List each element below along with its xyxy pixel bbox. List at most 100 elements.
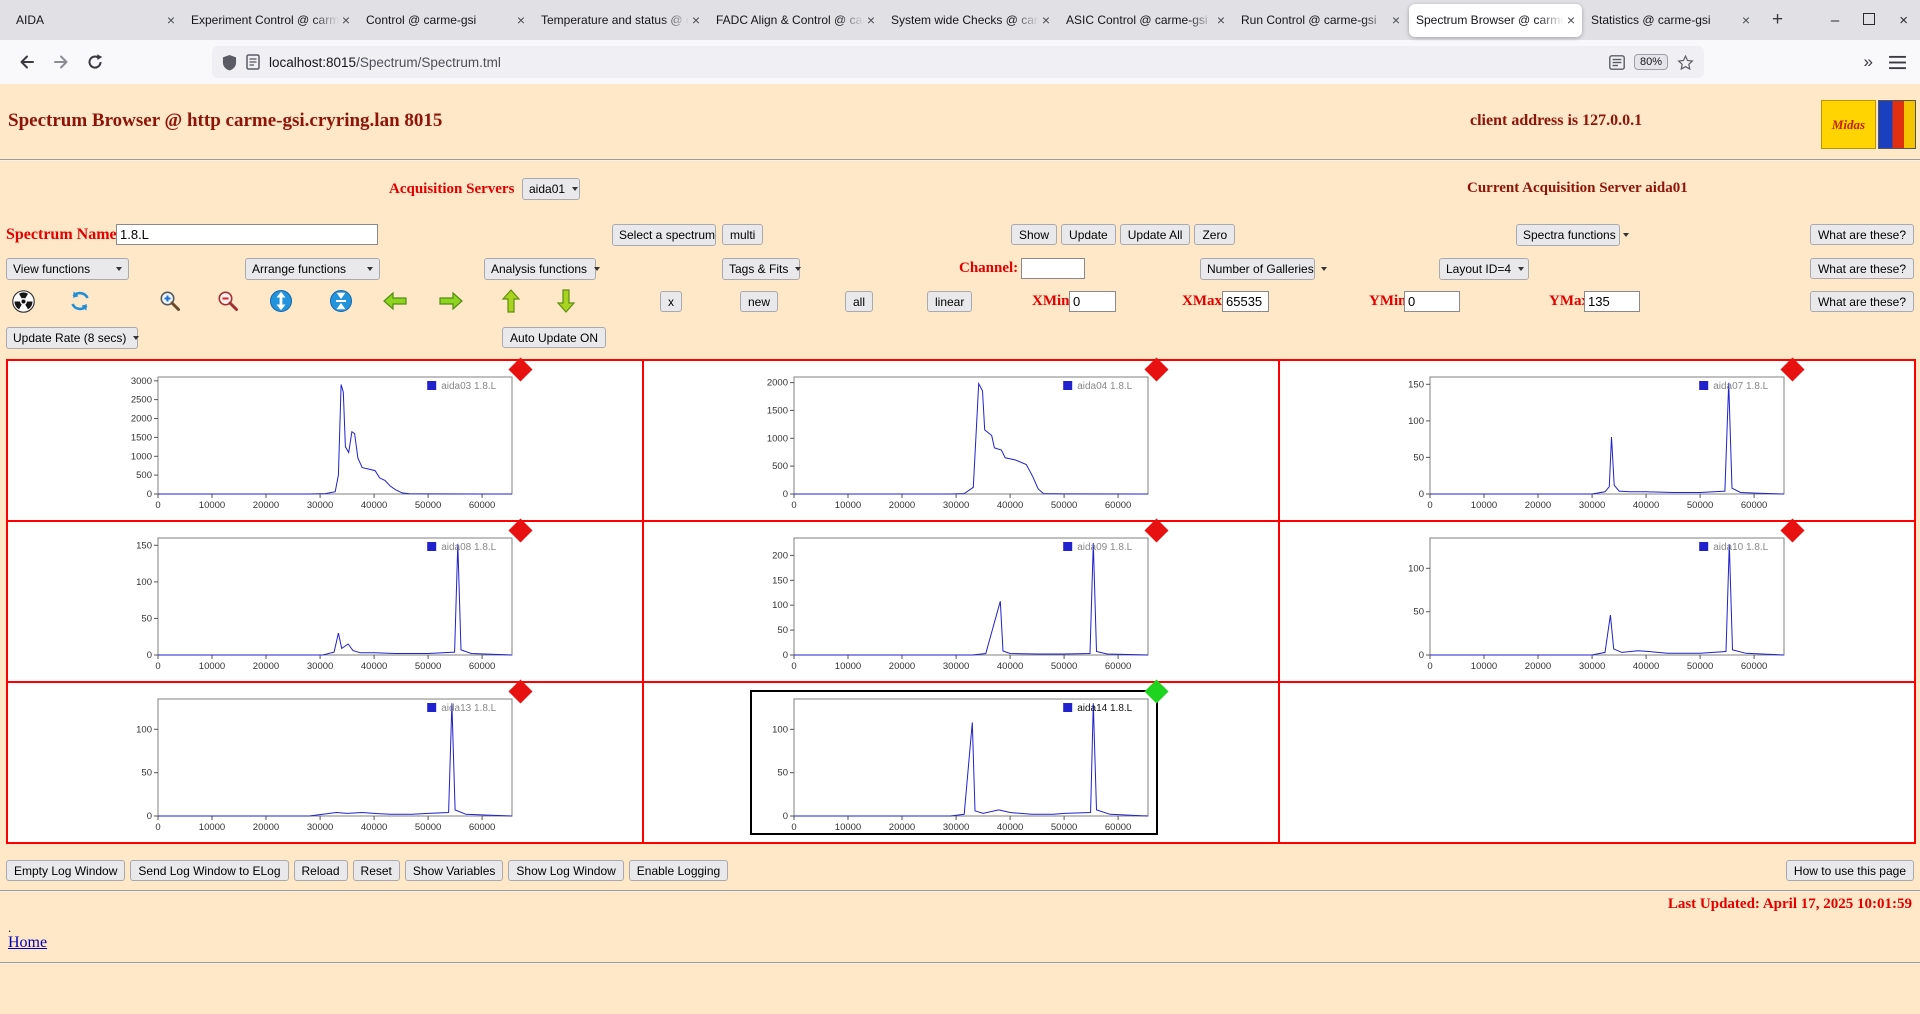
tab-title: System wide Checks @ carme	[891, 13, 1039, 27]
tab[interactable]: System wide Checks @ carme ×	[884, 4, 1057, 37]
new-tab-button[interactable]: +	[1766, 9, 1789, 31]
what-are-these-button-3[interactable]: What are these?	[1809, 291, 1914, 312]
x-axis-button[interactable]: x	[660, 291, 682, 312]
menu-icon[interactable]	[1889, 55, 1906, 70]
update-rate-dropdown[interactable]: Update Rate (8 secs)	[6, 327, 140, 349]
zero-button[interactable]: Zero	[1194, 224, 1236, 245]
tab[interactable]: ASIC Control @ carme-gsi ×	[1059, 4, 1232, 37]
radiation-icon[interactable]	[10, 288, 36, 314]
zoom-in-icon[interactable]	[157, 288, 183, 314]
analysis-functions-dropdown[interactable]: Analysis functions	[484, 258, 601, 280]
pan-right-icon[interactable]	[438, 288, 464, 314]
tab[interactable]: Temperature and status @ carme×	[534, 4, 707, 37]
ymin-input[interactable]	[1404, 291, 1460, 312]
close-button[interactable]: ×	[1899, 12, 1908, 29]
svg-text:60000: 60000	[1105, 822, 1131, 833]
tags-fits-dropdown[interactable]: Tags & Fits	[722, 258, 802, 280]
url-bar[interactable]: localhost:8015/Spectrum/Spectrum.tml 80%	[212, 46, 1704, 78]
tab[interactable]: Control @ carme-gsi ×	[359, 4, 532, 37]
tab-close-icon[interactable]: ×	[167, 13, 175, 27]
log-buttons: Empty Log Window Send Log Window to ELog R…	[6, 860, 729, 881]
tab[interactable]: AIDA ×	[9, 4, 182, 37]
show-log-window-button[interactable]: Show Log Window	[508, 860, 624, 881]
svg-text:50000: 50000	[1051, 500, 1077, 511]
arrange-functions-dropdown[interactable]: Arrange functions	[245, 258, 380, 280]
minimize-button[interactable]: –	[1831, 12, 1839, 29]
url-text[interactable]: localhost:8015/Spectrum/Spectrum.tml	[269, 55, 1600, 70]
zoom-y-compress-icon[interactable]	[328, 288, 354, 314]
show-variables-button[interactable]: Show Variables	[404, 860, 504, 881]
ymax-input[interactable]	[1584, 291, 1640, 312]
new-button[interactable]: new	[740, 291, 779, 312]
channel-input[interactable]	[1021, 258, 1085, 279]
spectrum-chart-aida10[interactable]: 0 50 100 0 10000 20000 30000 40000 50000 60000 aid…	[1388, 518, 1805, 672]
overflow-chevron-icon[interactable]: »	[1864, 52, 1873, 72]
spectra-functions-dropdown[interactable]: Spectra functions	[1516, 224, 1629, 246]
back-button[interactable]	[10, 46, 44, 78]
show-button[interactable]: Show	[1011, 224, 1058, 245]
tab-close-icon[interactable]: ×	[517, 13, 525, 27]
number-of-galleries-dropdown[interactable]: Number of Galleries	[1200, 258, 1327, 280]
page-info-icon[interactable]	[246, 54, 260, 70]
spectrum-chart-aida13[interactable]: 0 50 100 0 10000 20000 30000 40000 50000 60000 aid…	[116, 679, 533, 833]
send-log-window-to-elog-button[interactable]: Send Log Window to ELog	[130, 860, 289, 881]
tab-close-icon[interactable]: ×	[1217, 13, 1225, 27]
spectrum-name-input[interactable]	[116, 224, 378, 245]
tab-active[interactable]: Spectrum Browser @ carme-gsi×	[1409, 3, 1582, 37]
pan-down-icon[interactable]	[553, 288, 579, 314]
auto-update-button[interactable]: Auto Update ON	[502, 327, 607, 348]
tab-close-icon[interactable]: ×	[1567, 13, 1575, 27]
layout-id-dropdown[interactable]: Layout ID=4	[1439, 258, 1529, 280]
tab-close-icon[interactable]: ×	[1742, 13, 1750, 27]
maximize-button[interactable]	[1863, 12, 1876, 29]
tab-close-icon[interactable]: ×	[867, 13, 875, 27]
refresh-icon[interactable]	[67, 288, 93, 314]
pan-left-icon[interactable]	[382, 288, 408, 314]
update-button[interactable]: Update	[1061, 224, 1116, 245]
tab-close-icon[interactable]: ×	[1392, 13, 1400, 27]
spectrum-chart-aida09[interactable]: 0 50 100 150 200 0 10000 20000 30000 40000 50000 60…	[752, 518, 1169, 672]
empty-log-window-button[interactable]: Empty Log Window	[6, 860, 126, 881]
acquisition-server-select[interactable]: aida01	[522, 178, 580, 200]
zoom-out-icon[interactable]	[215, 288, 241, 314]
all-button[interactable]: all	[845, 291, 874, 312]
forward-button[interactable]	[44, 46, 78, 78]
reload-icon	[88, 54, 103, 69]
reload-button[interactable]	[78, 46, 112, 78]
tab-close-icon[interactable]: ×	[1042, 13, 1050, 27]
svg-text:0: 0	[783, 650, 788, 661]
enable-logging-button[interactable]: Enable Logging	[628, 860, 729, 881]
spectrum-chart-aida07[interactable]: 0 50 100 150 0 10000 20000 30000 40000 50000 60000…	[1388, 357, 1805, 511]
spectrum-chart-aida14[interactable]: 0 50 100 0 10000 20000 30000 40000 50000 60000 aid…	[750, 679, 1169, 835]
gallery-cell-aida14: 0 50 100 0 10000 20000 30000 40000 50000 60000 aid…	[643, 679, 1279, 843]
zoom-y-expand-icon[interactable]	[268, 288, 294, 314]
how-to-use-button[interactable]: How to use this page	[1785, 860, 1914, 881]
xmin-input[interactable]	[1069, 291, 1116, 312]
zoom-indicator[interactable]: 80%	[1633, 54, 1668, 70]
tab-close-icon[interactable]: ×	[692, 13, 700, 27]
tab[interactable]: Run Control @ carme-gsi ×	[1234, 4, 1407, 37]
analysis-functions-value: Analysis functions	[491, 262, 588, 276]
what-are-these-button-1[interactable]: What are these?	[1809, 224, 1914, 245]
select-spectrum-dropdown[interactable]: Select a spectrum	[612, 224, 729, 246]
bookmark-star-icon[interactable]	[1677, 54, 1694, 71]
home-link[interactable]: Home	[8, 934, 47, 952]
spectrum-chart-aida04[interactable]: 0 500 1000 1500 2000 0 10000 20000 30000 40000 500…	[752, 357, 1169, 511]
spectrum-chart-aida08[interactable]: 0 50 100 150 0 10000 20000 30000 40000 50000 60000…	[116, 518, 533, 672]
tab[interactable]: Experiment Control @ carme-gsi×	[184, 4, 357, 37]
tab[interactable]: Statistics @ carme-gsi ×	[1584, 4, 1757, 37]
pan-up-icon[interactable]	[498, 288, 524, 314]
tab-title: Experiment Control @ carme-gsi	[191, 13, 339, 27]
reset-button[interactable]: Reset	[352, 860, 400, 881]
tab-close-icon[interactable]: ×	[342, 13, 350, 27]
multi-button[interactable]: multi	[722, 224, 764, 245]
reload-button[interactable]: Reload	[293, 860, 348, 881]
spectrum-chart-aida03[interactable]: 0 500 1000 1500 2000 2500 3000 0 10000 20000 30000…	[116, 357, 533, 511]
reader-view-icon[interactable]	[1609, 54, 1625, 70]
what-are-these-button-2[interactable]: What are these?	[1809, 258, 1914, 279]
linear-button[interactable]: linear	[927, 291, 973, 312]
xmax-input[interactable]	[1222, 291, 1269, 312]
view-functions-dropdown[interactable]: View functions	[6, 258, 129, 280]
tab[interactable]: FADC Align & Control @ carme×	[709, 4, 882, 37]
update-all-button[interactable]: Update All	[1119, 224, 1191, 245]
